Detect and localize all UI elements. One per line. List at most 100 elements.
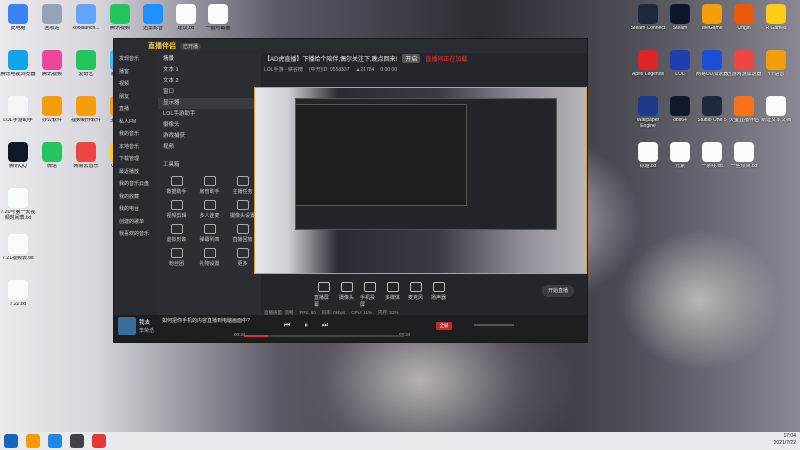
desktop-icon[interactable]: 此电脑 (0, 4, 36, 40)
music-sidebar-item[interactable]: 视频 (114, 78, 158, 91)
tool-item[interactable]: 房管助手 (194, 174, 225, 196)
scene-item[interactable]: 文本 1 (158, 65, 261, 76)
desktop-icon[interactable]: Origin (726, 4, 762, 40)
desktop-icon[interactable]: 迅游网游加速器 (726, 50, 762, 86)
music-sidebar-item[interactable]: 最近播放 (114, 166, 158, 179)
music-sidebar-item[interactable]: 直播 (114, 103, 158, 116)
music-progress[interactable] (244, 335, 404, 337)
scene-item[interactable]: 摄像头 (158, 120, 261, 131)
desktop-icon[interactable]: 一键可截图 (200, 4, 236, 40)
music-sidebar-item[interactable]: 朋友 (114, 91, 158, 104)
music-sidebar-item[interactable]: 我的音乐 (114, 128, 158, 141)
tool-item[interactable]: 粉丝团 (161, 246, 192, 268)
desktop-icon[interactable]: 火萤直播伴侣 (726, 96, 762, 132)
tool-item[interactable]: 数据助手 (161, 174, 192, 196)
desktop-icon[interactable]: 新建文本文档 (758, 96, 794, 132)
desktop-icon[interactable]: 一条线.txt (694, 142, 730, 178)
source-control[interactable]: 直播屏幕 (314, 282, 333, 308)
desktop-icon-image (176, 4, 196, 24)
scene-item[interactable]: LOL手游助手 (158, 109, 261, 120)
fullscreen-button[interactable]: 全屏 (436, 322, 452, 330)
source-control[interactable]: 多媒体 (383, 282, 402, 308)
tool-item[interactable]: 多人连麦 (194, 198, 225, 220)
desktop-icon[interactable]: obs64 (662, 96, 698, 132)
next-icon[interactable]: ⏭ (322, 322, 328, 330)
desktop-icon[interactable]: 爱奇艺 (68, 50, 104, 86)
app-taskbar-icon[interactable] (26, 434, 40, 448)
desktop-icon-label: 网易云音乐 (73, 164, 99, 169)
source-control[interactable]: 麦克风 (406, 282, 425, 308)
music-sidebar-item[interactable]: 我的收藏 (114, 191, 158, 204)
clock[interactable]: 17:04 2021/7/22 (774, 433, 796, 447)
scene-item[interactable]: 游戏捕获 (158, 131, 261, 142)
desktop-icon[interactable]: 腾讯QQ (0, 142, 36, 178)
desktop-icon-image (702, 50, 722, 70)
desktop-icon[interactable]: Wallpaper Engine (630, 96, 666, 132)
tool-item[interactable]: 礼物设置 (194, 246, 225, 268)
desktop-icon[interactable]: Studio One 5 (694, 96, 730, 132)
start-live-button[interactable]: 开始直播 (542, 285, 574, 297)
desktop-icon[interactable]: 回收站 (34, 4, 70, 40)
desktop-icon[interactable]: Steam (662, 4, 698, 40)
desktop-icon[interactable]: 迅雷影音 (135, 4, 171, 40)
scene-item[interactable]: 窗口 (158, 87, 261, 98)
prev-icon[interactable]: ⏮ (284, 322, 290, 330)
music-sidebar-item[interactable]: 私人FM (114, 116, 158, 129)
tool-item[interactable]: 虚拟形象 (161, 222, 192, 244)
volume-slider[interactable] (474, 324, 514, 326)
desktop-icon[interactable]: 微信 (34, 142, 70, 178)
source-control[interactable]: 摄像头 (337, 282, 356, 308)
scene-item[interactable]: 文本 2 (158, 76, 261, 87)
tool-item[interactable]: 弹幕列表 (194, 222, 225, 244)
desktop-icon[interactable]: 办公软件 (34, 96, 70, 132)
desktop-icon[interactable]: 7.20号第一天视频时间表.txt (0, 188, 36, 224)
tool-icon (236, 175, 249, 186)
pause-icon[interactable]: ⏸ (304, 322, 308, 330)
music-sidebar-item[interactable]: 我喜欢的音乐 (114, 228, 158, 241)
desktop-icon[interactable]: 元素 (662, 142, 698, 178)
scene-item[interactable]: 显示器 (158, 98, 261, 109)
music-sidebar-item[interactable]: 我的音乐云盘 (114, 178, 158, 191)
desktop-icon[interactable]: 7.22.txt (0, 280, 36, 316)
stream-preview[interactable] (254, 87, 587, 274)
tool-item[interactable]: 视频剪辑 (161, 198, 192, 220)
desktop-icon-image (638, 50, 658, 70)
desktop-icon-image (8, 234, 28, 254)
tab-scenes[interactable]: 场景 (158, 53, 261, 65)
desktop-icon[interactable]: 视频制作软件 (68, 96, 104, 132)
start-icon[interactable] (4, 434, 18, 448)
music-taskbar-icon[interactable] (92, 434, 106, 448)
desktop-icon[interactable]: 标题.txt (630, 142, 666, 178)
desktop-icon[interactable]: 腾讯电视浏览器 (0, 50, 36, 86)
desktop-icon[interactable]: 7.21视频表.txt (0, 234, 36, 270)
music-sidebar-item[interactable]: 下载管理 (114, 153, 158, 166)
desktop-icon[interactable]: 腾讯视频 (102, 4, 138, 40)
desktop-icon[interactable]: 一些项目.txt (726, 142, 762, 178)
tools-title: 工具箱 (163, 162, 180, 168)
desktop-icon[interactable]: koolaunch... (68, 4, 104, 40)
desktop-icon[interactable]: Apex Legends (630, 50, 666, 86)
music-sidebar-item[interactable]: 我的电台 (114, 203, 158, 216)
desktop-icon[interactable]: LOL (662, 50, 698, 86)
desktop-icon[interactable]: 网易云音乐 (68, 142, 104, 178)
desktop-icon[interactable]: 腾讯视频 (34, 50, 70, 86)
desktop-icon[interactable]: 建议.txt (168, 4, 204, 40)
song-title: 我去 (139, 320, 151, 326)
desktop-icon[interactable]: Steam Connect (630, 4, 666, 40)
desktop-icon[interactable]: 网易UU加速器 (694, 50, 730, 86)
desktop-icon[interactable]: YY语音 (758, 50, 794, 86)
desktop-icon[interactable]: LOL手游助手 (0, 96, 36, 132)
music-sidebar-item[interactable]: 播客 (114, 66, 158, 79)
obs-taskbar-icon[interactable] (70, 434, 84, 448)
music-sidebar-item[interactable]: 发现音乐 (114, 53, 158, 66)
music-sidebar-item[interactable]: 本地音乐 (114, 141, 158, 154)
notice-button[interactable]: 开启 (402, 53, 421, 63)
browser-taskbar-icon[interactable] (48, 434, 62, 448)
source-control[interactable]: 扬声器 (429, 282, 448, 308)
source-control[interactable]: 手机投屏 (360, 282, 379, 308)
scene-item[interactable]: 视频 (158, 142, 261, 153)
desktop-icon-image (734, 142, 754, 162)
desktop-icon[interactable]: WeGame (694, 4, 730, 40)
desktop-icon[interactable]: R Games (758, 4, 794, 40)
music-sidebar-item[interactable]: 创建的歌单 (114, 216, 158, 229)
